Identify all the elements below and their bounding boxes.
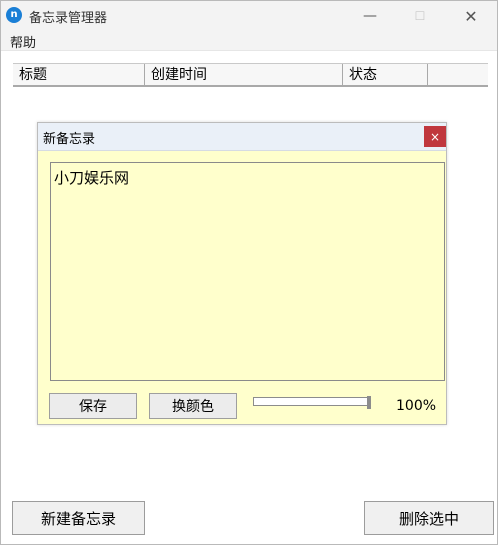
slider-thumb[interactable]: [367, 396, 371, 409]
zoom-label: 100%: [396, 398, 437, 414]
maximize-button[interactable]: ☐: [397, 1, 443, 31]
close-icon: ✕: [464, 6, 478, 26]
dialog-title: 新备忘录: [43, 132, 96, 147]
dialog-close-button[interactable]: ×: [424, 126, 446, 147]
close-icon: ×: [429, 129, 441, 144]
main-window: n 备忘录管理器 — ☐ ✕ 帮助 标题 创建时间 状态 新备忘录 × 小刀娱乐…: [0, 0, 498, 545]
new-note-dialog: 新备忘录 × 小刀娱乐网 保存 换颜色 100%: [37, 122, 447, 425]
column-created-time[interactable]: 创建时间: [145, 64, 343, 86]
column-title[interactable]: 标题: [13, 64, 145, 86]
menu-item-help[interactable]: 帮助: [10, 32, 36, 51]
minimize-button[interactable]: —: [347, 1, 393, 31]
dialog-title-bar[interactable]: 新备忘录 ×: [38, 123, 446, 151]
delete-selected-button[interactable]: 删除选中: [364, 501, 494, 535]
close-button[interactable]: ✕: [448, 1, 494, 31]
list-header: 标题 创建时间 状态: [13, 63, 488, 87]
window-title: 备忘录管理器: [29, 11, 108, 26]
new-note-button[interactable]: 新建备忘录: [12, 501, 145, 535]
save-button[interactable]: 保存: [49, 393, 137, 419]
menu-bar: 帮助: [1, 31, 497, 51]
notes-app-icon: n: [6, 7, 22, 23]
minimize-icon: —: [363, 8, 377, 24]
note-text-area[interactable]: 小刀娱乐网: [50, 162, 445, 381]
opacity-slider[interactable]: [253, 396, 373, 409]
title-bar[interactable]: n 备忘录管理器 — ☐ ✕: [1, 1, 497, 31]
column-status[interactable]: 状态: [343, 64, 428, 86]
change-color-button[interactable]: 换颜色: [149, 393, 237, 419]
column-filler: [428, 64, 488, 86]
slider-track[interactable]: [253, 397, 371, 406]
maximize-icon: ☐: [414, 9, 426, 23]
